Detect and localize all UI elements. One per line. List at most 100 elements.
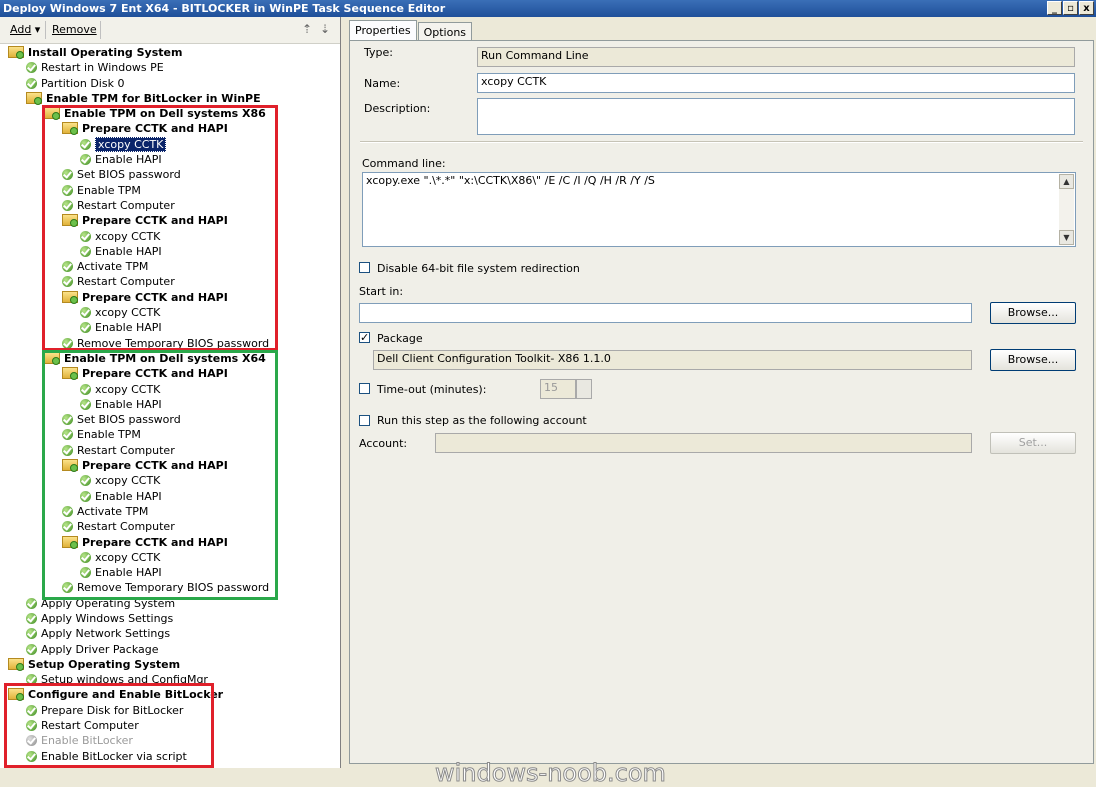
step-check-icon xyxy=(26,643,37,655)
tree-step[interactable]: Set BIOS password xyxy=(0,167,340,182)
tree-group[interactable]: Enable TPM on Dell systems X86 xyxy=(0,106,340,121)
tree-group[interactable]: Enable TPM on Dell systems X64 xyxy=(0,351,340,366)
tree-step[interactable]: Apply Operating System xyxy=(0,596,340,611)
add-menu[interactable]: Add ▾ xyxy=(10,23,40,36)
step-check-icon xyxy=(26,597,37,609)
tree-step[interactable]: Apply Network Settings xyxy=(0,626,340,641)
tree-step[interactable]: xcopy CCTK xyxy=(0,473,340,488)
maximize-button[interactable]: ▫ xyxy=(1063,1,1078,15)
close-button[interactable]: x xyxy=(1079,1,1094,15)
package-checkbox[interactable]: ✓ xyxy=(359,332,370,343)
tree-item-label: Prepare CCTK and HAPI xyxy=(82,122,228,136)
tree-group[interactable]: Configure and Enable BitLocker xyxy=(0,687,340,702)
tab-properties[interactable]: Properties xyxy=(349,20,417,42)
tree-group[interactable]: Prepare CCTK and HAPI xyxy=(0,213,340,228)
tree-step[interactable]: Enable HAPI xyxy=(0,152,340,167)
tree-step[interactable]: Activate TPM xyxy=(0,259,340,274)
tree-step[interactable]: Remove Temporary BIOS password xyxy=(0,336,340,351)
tree-step[interactable]: Restart Computer xyxy=(0,198,340,213)
tree-item-label: Enable TPM xyxy=(77,183,141,197)
tree-step[interactable]: Enable HAPI xyxy=(0,320,340,335)
minimize-button[interactable]: _ xyxy=(1047,1,1062,15)
tree-step[interactable]: Prepare Disk for BitLocker xyxy=(0,703,340,718)
tree-group[interactable]: Prepare CCTK and HAPI xyxy=(0,458,340,473)
tree-group[interactable]: Enable TPM for BitLocker in WinPE xyxy=(0,91,340,106)
tree-group[interactable]: Prepare CCTK and HAPI xyxy=(0,366,340,381)
tree-item-label: xcopy CCTK xyxy=(95,229,161,243)
tree-step[interactable]: Enable HAPI xyxy=(0,244,340,259)
tree-group[interactable]: Prepare CCTK and HAPI xyxy=(0,121,340,136)
tree-step[interactable]: Restart Computer xyxy=(0,274,340,289)
timeout-spinner[interactable] xyxy=(576,379,592,399)
tree-group[interactable]: Setup Operating System xyxy=(0,657,340,672)
tree-group[interactable]: Prepare CCTK and HAPI xyxy=(0,290,340,305)
runas-checkbox[interactable] xyxy=(359,415,370,426)
tree-step[interactable]: xcopy CCTK xyxy=(0,305,340,320)
browse-package-button[interactable]: Browse... xyxy=(990,349,1076,371)
group-folder-icon xyxy=(8,688,24,702)
browse-start-in-button[interactable]: Browse... xyxy=(990,302,1076,324)
title-bar[interactable]: Deploy Windows 7 Ent X64 - BITLOCKER in … xyxy=(0,0,1096,17)
tree-step[interactable]: Enable HAPI xyxy=(0,489,340,504)
start-in-label: Start in: xyxy=(359,285,404,298)
tree-step[interactable]: xcopy CCTK xyxy=(0,382,340,397)
tree-item-label: Restart in Windows PE xyxy=(41,61,164,75)
name-field[interactable]: xcopy CCTK xyxy=(477,73,1075,93)
tree-step[interactable]: Partition Disk 0 xyxy=(0,76,340,91)
move-up-icon[interactable]: ⇡ xyxy=(300,22,314,36)
scroll-up-icon[interactable]: ▲ xyxy=(1059,174,1074,189)
tree-item-label: Set BIOS password xyxy=(77,413,181,427)
tree-step[interactable]: Restart Computer xyxy=(0,519,340,534)
tree-step[interactable]: Restart Computer xyxy=(0,718,340,733)
tree-item-label: Prepare CCTK and HAPI xyxy=(82,535,228,549)
start-in-field[interactable] xyxy=(359,303,972,323)
tree-step[interactable]: Enable BitLocker via script xyxy=(0,749,340,764)
scroll-down-icon[interactable]: ▼ xyxy=(1059,230,1074,245)
tab-options[interactable]: Options xyxy=(417,22,473,42)
move-down-icon[interactable]: ⇣ xyxy=(318,22,332,36)
tree-item-label: Restart Computer xyxy=(77,443,175,457)
tree-step[interactable]: Restart Computer xyxy=(0,443,340,458)
tree-step[interactable]: Apply Windows Settings xyxy=(0,611,340,626)
tree-step[interactable]: Enable TPM xyxy=(0,427,340,442)
tree-step[interactable]: Activate TPM xyxy=(0,504,340,519)
tree-step[interactable]: Apply Driver Package xyxy=(0,642,340,657)
remove-label: Remove xyxy=(52,23,97,36)
tree-step[interactable]: xcopy CCTK xyxy=(0,229,340,244)
command-line-scrollbar[interactable]: ▲ ▼ xyxy=(1059,174,1074,245)
tree-step[interactable]: Remove Temporary BIOS password xyxy=(0,580,340,595)
tree-step[interactable]: Enable HAPI xyxy=(0,565,340,580)
description-label: Description: xyxy=(364,102,431,115)
tree-step[interactable]: xcopy CCTK xyxy=(0,550,340,565)
step-check-icon xyxy=(62,199,73,211)
step-check-icon xyxy=(26,750,37,762)
tree-step[interactable]: Set BIOS password xyxy=(0,412,340,427)
remove-button[interactable]: Remove xyxy=(52,23,97,36)
tree-item-label: Restart Computer xyxy=(77,520,175,534)
task-sequence-tree[interactable]: Install Operating System Restart in Windo… xyxy=(0,45,340,764)
tree-item-label: xcopy CCTK xyxy=(95,474,161,488)
tree-step[interactable]: Restart in Windows PE xyxy=(0,60,340,75)
group-folder-icon xyxy=(62,290,78,304)
disable64-checkbox[interactable] xyxy=(359,262,370,273)
tree-step[interactable]: Enable BitLocker xyxy=(0,733,340,748)
tree-item-label: Configure and Enable BitLocker xyxy=(28,688,224,702)
step-check-icon xyxy=(80,475,91,487)
tree-item-label: Enable TPM for BitLocker in WinPE xyxy=(46,91,261,105)
timeout-checkbox[interactable] xyxy=(359,383,370,394)
timeout-field[interactable]: 15 xyxy=(540,379,576,399)
tree-item-label: Enable BitLocker via script xyxy=(41,749,187,763)
tree-step[interactable]: xcopy CCTK xyxy=(0,136,340,152)
command-line-label: Command line: xyxy=(362,157,446,170)
tree-step[interactable]: Setup windows and ConfigMgr xyxy=(0,672,340,687)
step-check-icon xyxy=(62,261,73,273)
command-line-field[interactable]: xcopy.exe ".\*.*" "x:\CCTK\X86\" /E /C /… xyxy=(362,172,1076,247)
tree-step[interactable]: Enable TPM xyxy=(0,183,340,198)
tree-group[interactable]: Install Operating System xyxy=(0,45,340,60)
tree-item-label: Setup windows and ConfigMgr xyxy=(41,673,208,687)
tree-group[interactable]: Prepare CCTK and HAPI xyxy=(0,535,340,550)
description-field[interactable] xyxy=(477,98,1075,135)
tree-step[interactable]: Enable HAPI xyxy=(0,397,340,412)
tree-item-label: xcopy CCTK xyxy=(95,136,167,152)
package-field: Dell Client Configuration Toolkit- X86 1… xyxy=(373,350,972,370)
